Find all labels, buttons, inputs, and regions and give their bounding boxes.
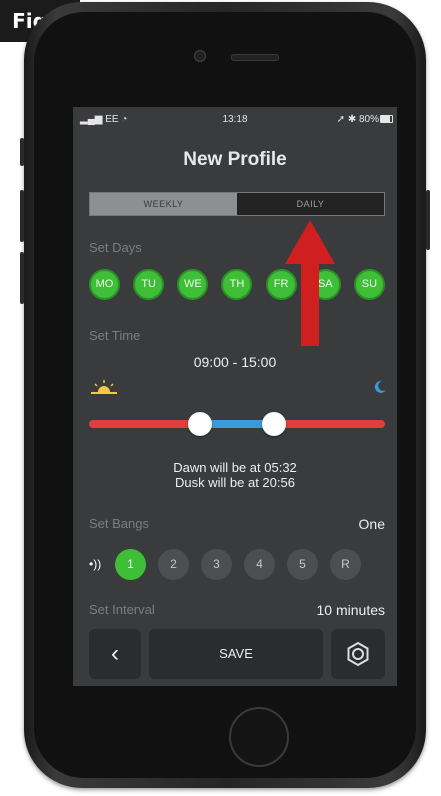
back-button[interactable]: ‹ [89, 629, 141, 679]
sunrise-icon [91, 380, 117, 394]
day-toggle-th[interactable]: TH [221, 269, 253, 300]
power-button [426, 190, 430, 250]
mode-segmented-control: WEEKLY DAILY [89, 192, 385, 216]
status-right: ➚ ✱ 80% [337, 114, 379, 125]
bang-option-1[interactable]: 1 [115, 548, 146, 580]
day-selector: MO TU WE TH FR SA SU [89, 269, 385, 300]
location-icon: ➚ [336, 114, 348, 125]
volume-down-button [20, 252, 24, 304]
day-toggle-mo[interactable]: MO [89, 269, 120, 300]
mute-switch [20, 138, 24, 166]
tab-weekly[interactable]: WEEKLY [90, 193, 237, 215]
page-title: New Profile [183, 149, 287, 170]
app-screen: ▂▄▆ EE ◔ 13:18 ➚ ✱ 80% New Profile WEEKL… [73, 107, 397, 686]
front-camera [194, 50, 206, 62]
day-toggle-we[interactable]: WE [177, 269, 209, 300]
dawn-dusk-info: Dawn will be at 05:32 Dusk will be at 20… [73, 460, 397, 490]
annotation-arrow [285, 220, 335, 346]
tab-daily[interactable]: DAILY [237, 193, 384, 215]
gear-icon [347, 641, 369, 667]
start-time-handle[interactable] [188, 412, 212, 436]
sound-wave-icon: •)) [89, 557, 102, 571]
save-button[interactable]: SAVE [149, 629, 323, 679]
end-time-handle[interactable] [262, 412, 286, 436]
bang-option-5[interactable]: 5 [287, 548, 318, 580]
set-time-label: Set Time [89, 328, 141, 343]
status-bar: ▂▄▆ EE ◔ 13:18 ➚ ✱ 80% [73, 107, 397, 133]
day-toggle-tu[interactable]: TU [133, 269, 165, 300]
dusk-text: Dusk will be at 20:56 [175, 475, 295, 490]
bang-option-random[interactable]: R [330, 548, 361, 580]
bang-option-4[interactable]: 4 [244, 548, 275, 580]
settings-button[interactable] [331, 629, 385, 679]
set-days-label: Set Days [89, 240, 142, 255]
battery-icon [380, 115, 393, 123]
home-button[interactable] [229, 707, 289, 767]
bang-option-3[interactable]: 3 [201, 548, 232, 580]
earpiece-speaker [231, 54, 279, 61]
battery-percent: 80% [358, 114, 379, 125]
bluetooth-icon: ✱ [347, 114, 359, 125]
day-toggle-su[interactable]: SU [353, 269, 385, 300]
volume-up-button [20, 190, 24, 242]
bangs-value: One [358, 516, 385, 532]
bang-count-selector: •)) 1 2 3 4 5 R [89, 548, 385, 580]
moon-icon [374, 380, 386, 393]
interval-value: 10 minutes [316, 602, 385, 618]
bang-option-2[interactable]: 2 [158, 548, 189, 580]
set-bangs-label: Set Bangs [89, 516, 149, 531]
chevron-left-icon: ‹ [111, 640, 119, 667]
set-interval-label: Set Interval [89, 602, 155, 617]
time-range: 09:00 - 15:00 [193, 354, 277, 370]
dawn-text: Dawn will be at 05:32 [173, 460, 297, 475]
